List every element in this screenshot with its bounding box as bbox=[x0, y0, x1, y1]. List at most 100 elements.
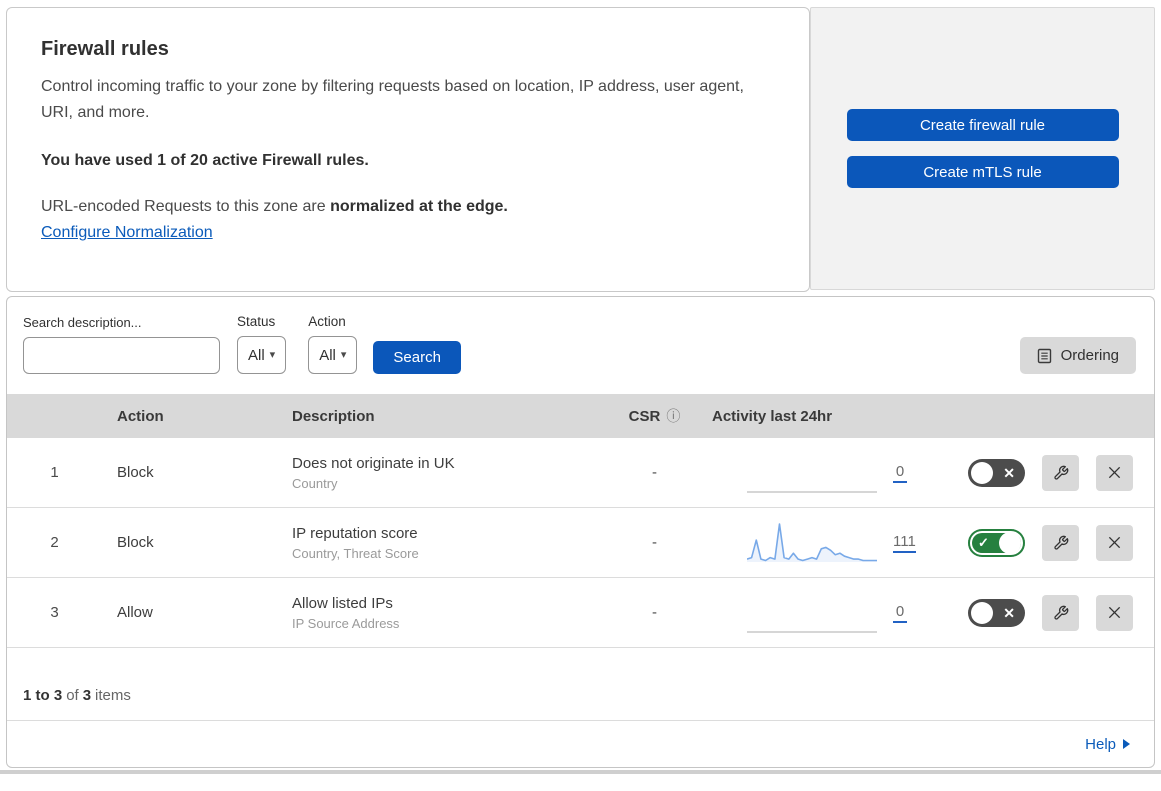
ordering-list-icon bbox=[1037, 348, 1051, 363]
pagination-total: 3 bbox=[82, 687, 92, 704]
chevron-down-icon: ▾ bbox=[269, 348, 276, 361]
status-dropdown[interactable]: All ▾ bbox=[237, 336, 287, 374]
toggle-x-icon: ✕ bbox=[1003, 464, 1015, 481]
wrench-icon bbox=[1053, 605, 1068, 620]
firewall-intro-card: Firewall rules Control incoming traffic … bbox=[6, 7, 810, 292]
action-label: Action bbox=[308, 314, 346, 329]
table-header: Action Description CSR ⓘ Activity last 2… bbox=[7, 394, 1154, 438]
rule-controls: ✓ ✕ bbox=[957, 524, 1154, 561]
rules-list-card: Search description... Status All ▾ Actio… bbox=[6, 296, 1155, 768]
create-mtls-rule-button[interactable]: Create mTLS rule bbox=[846, 156, 1119, 188]
activity-sparkline bbox=[747, 490, 877, 493]
rule-priority: 3 bbox=[50, 604, 59, 621]
rule-csr-value: - bbox=[652, 464, 657, 481]
rule-action: Block bbox=[117, 464, 154, 481]
close-icon bbox=[1108, 606, 1121, 619]
rule-fields: Country bbox=[292, 475, 338, 491]
edit-rule-button[interactable] bbox=[1042, 594, 1079, 631]
normalization-text: URL-encoded Requests to this zone are bbox=[41, 197, 331, 215]
table-row: 2 Block IP reputation score Country, Thr… bbox=[7, 508, 1154, 578]
status-dropdown-value: All bbox=[248, 346, 265, 364]
rule-controls: ✓ ✕ bbox=[957, 454, 1154, 491]
close-icon bbox=[1108, 466, 1121, 479]
rule-description-cell: Allow listed IPs IP Source Address bbox=[277, 595, 597, 631]
page-description: Control incoming traffic to your zone by… bbox=[41, 78, 744, 121]
rule-action: Block bbox=[117, 534, 154, 551]
rule-description-cell: Does not originate in UK Country bbox=[277, 455, 597, 491]
toggle-x-icon: ✕ bbox=[1003, 604, 1015, 621]
search-label: Search description... bbox=[23, 315, 142, 330]
delete-rule-button[interactable] bbox=[1096, 594, 1133, 631]
rule-description: IP reputation score bbox=[292, 524, 418, 542]
rule-description: Allow listed IPs bbox=[292, 594, 393, 612]
configure-normalization-link[interactable]: Configure Normalization bbox=[41, 224, 213, 242]
wrench-icon bbox=[1053, 465, 1068, 480]
pagination-summary: 1 to 3 of 3 items bbox=[7, 648, 1154, 720]
description-column-header: Description bbox=[292, 407, 375, 425]
help-arrow-icon bbox=[1123, 739, 1130, 749]
status-label: Status bbox=[237, 314, 276, 329]
activity-count-link[interactable]: 0 bbox=[893, 603, 907, 623]
rule-fields: Country, Threat Score bbox=[292, 545, 419, 561]
help-link-label: Help bbox=[1085, 735, 1116, 753]
search-button[interactable]: Search bbox=[373, 341, 461, 374]
search-input-wrapper bbox=[23, 337, 220, 374]
rule-controls: ✓ ✕ bbox=[957, 594, 1154, 631]
toggle-knob bbox=[999, 531, 1021, 554]
delete-rule-button[interactable] bbox=[1096, 454, 1133, 491]
table-row: 1 Block Does not originate in UK Country… bbox=[7, 438, 1154, 508]
wrench-icon bbox=[1053, 535, 1068, 550]
rule-description: Does not originate in UK bbox=[292, 454, 455, 472]
action-column-header: Action bbox=[117, 407, 164, 425]
table-row: 3 Allow Allow listed IPs IP Source Addre… bbox=[7, 578, 1154, 648]
activity-count-link[interactable]: 111 bbox=[893, 533, 916, 553]
csr-column-label: CSR bbox=[628, 407, 661, 425]
actions-side-panel: Create firewall rule Create mTLS rule bbox=[810, 7, 1155, 290]
activity-sparkline bbox=[747, 522, 877, 562]
activity-count-link[interactable]: 0 bbox=[893, 463, 907, 483]
search-input[interactable] bbox=[38, 347, 219, 364]
pagination-items: items bbox=[95, 687, 131, 704]
action-dropdown[interactable]: All ▾ bbox=[308, 336, 358, 374]
usage-summary: You have used 1 of 20 active Firewall ru… bbox=[41, 151, 369, 169]
action-dropdown-value: All bbox=[319, 346, 336, 364]
action-filter-group: Action All ▾ bbox=[308, 314, 358, 374]
rule-activity-cell: 111 bbox=[712, 522, 957, 564]
rule-toggle[interactable]: ✓ ✕ bbox=[968, 458, 1025, 487]
chevron-down-icon: ▾ bbox=[340, 348, 347, 361]
edit-rule-button[interactable] bbox=[1042, 454, 1079, 491]
rule-toggle[interactable]: ✓ ✕ bbox=[968, 528, 1025, 557]
rule-priority: 1 bbox=[50, 464, 59, 481]
rule-csr-value: - bbox=[652, 604, 657, 621]
normalization-note: URL-encoded Requests to this zone are no… bbox=[41, 198, 775, 216]
help-link[interactable]: Help bbox=[1085, 736, 1130, 753]
filter-bar: Search description... Status All ▾ Actio… bbox=[7, 297, 1154, 394]
status-filter-group: Status All ▾ bbox=[237, 314, 287, 374]
activity-column-header: Activity last 24hr bbox=[712, 407, 833, 425]
rule-activity-cell: 0 bbox=[712, 452, 957, 494]
search-group: Search description... bbox=[23, 315, 220, 374]
toggle-knob bbox=[971, 601, 993, 624]
rule-toggle[interactable]: ✓ ✕ bbox=[968, 598, 1025, 627]
info-icon: ⓘ bbox=[666, 408, 681, 424]
rule-description-cell: IP reputation score Country, Threat Scor… bbox=[277, 525, 597, 561]
close-icon bbox=[1108, 536, 1121, 549]
create-firewall-rule-button[interactable]: Create firewall rule bbox=[846, 109, 1119, 141]
toggle-check-icon: ✓ bbox=[978, 534, 989, 550]
help-bar: Help bbox=[7, 720, 1154, 767]
edit-rule-button[interactable] bbox=[1042, 524, 1079, 561]
normalization-bold-text: normalized at the edge. bbox=[330, 197, 508, 215]
rule-action: Allow bbox=[117, 604, 153, 621]
ordering-button-label: Ordering bbox=[1060, 347, 1119, 364]
ordering-button[interactable]: Ordering bbox=[1019, 337, 1136, 374]
top-section: Firewall rules Control incoming traffic … bbox=[6, 7, 1155, 292]
pagination-of: of bbox=[66, 687, 79, 704]
rule-priority: 2 bbox=[50, 534, 59, 551]
page-bottom-edge bbox=[0, 770, 1161, 774]
delete-rule-button[interactable] bbox=[1096, 524, 1133, 561]
rule-activity-cell: 0 bbox=[712, 592, 957, 634]
page-title: Firewall rules bbox=[41, 38, 169, 60]
pagination-range: 1 to 3 bbox=[23, 687, 63, 704]
rule-csr-value: - bbox=[652, 534, 657, 551]
csr-column-header: CSR ⓘ bbox=[597, 406, 712, 426]
